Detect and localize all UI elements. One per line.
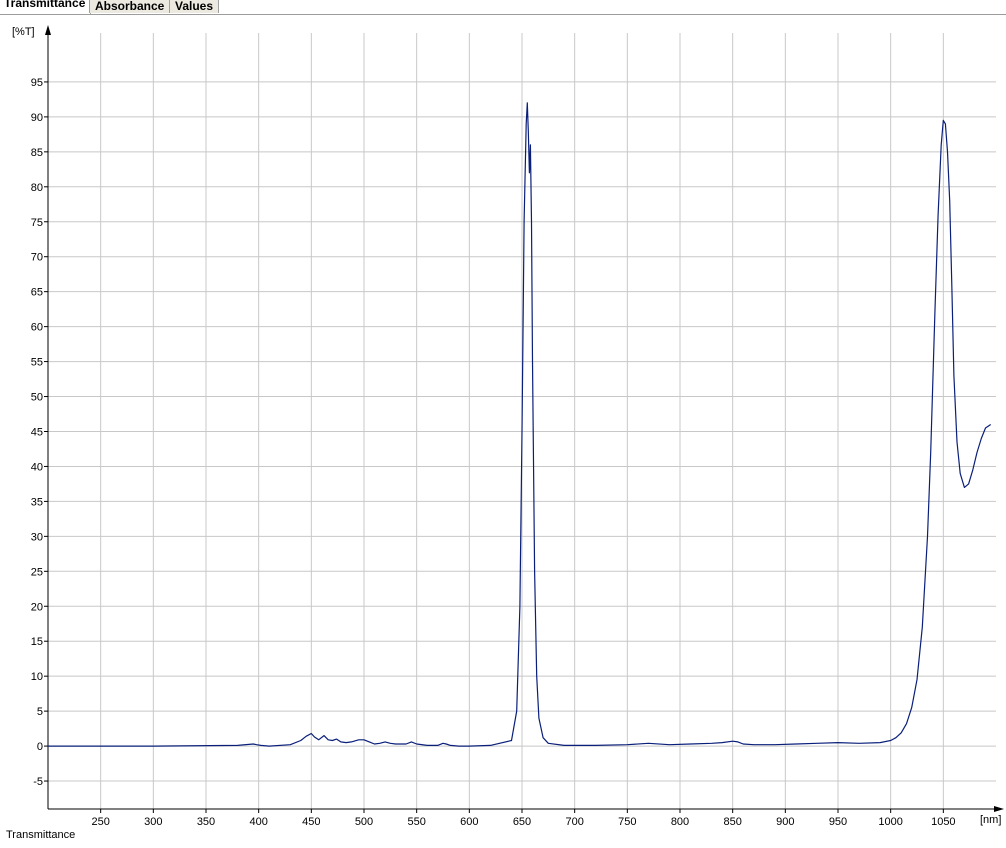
x-tick-label: 350 — [197, 816, 215, 828]
plot-area — [48, 102, 992, 747]
x-tick-label: 800 — [671, 816, 689, 828]
y-tick-label: 60 — [31, 322, 43, 334]
x-tick-label: 500 — [355, 816, 373, 828]
y-tick-label: -5 — [33, 776, 43, 788]
x-tick-label: 250 — [91, 816, 109, 828]
y-tick-label: 50 — [31, 392, 43, 404]
y-tick-label: 85 — [31, 147, 43, 159]
x-tick-label: 750 — [618, 816, 636, 828]
x-tick-label: 550 — [407, 816, 425, 828]
x-tick-label: 700 — [565, 816, 583, 828]
y-tick-label: 80 — [31, 182, 43, 194]
y-tick-label: 95 — [31, 77, 43, 89]
x-tick-label: 450 — [302, 816, 320, 828]
x-axis-label: [nm] — [980, 814, 1001, 826]
x-axis-arrow — [994, 806, 1004, 812]
status-label: Transmittance — [6, 829, 76, 841]
y-tick-label: 40 — [31, 461, 43, 473]
y-tick-label: 30 — [31, 531, 43, 543]
y-tick-label: 0 — [37, 741, 43, 753]
y-tick-label: 45 — [31, 426, 43, 438]
y-tick-label: 70 — [31, 252, 43, 264]
y-tick-label: 55 — [31, 357, 43, 369]
tab-transmittance[interactable]: Transmittance — [0, 0, 92, 14]
x-tick-label: 1050 — [931, 816, 955, 828]
tab-bar: Transmittance Absorbance Values — [0, 0, 1006, 15]
y-tick-label: 20 — [31, 601, 43, 613]
y-tick-label: 65 — [31, 287, 43, 299]
y-axis-arrow — [45, 25, 51, 35]
y-tick-label: 15 — [31, 636, 43, 648]
x-tick-label: 400 — [249, 816, 267, 828]
x-tick-label: 950 — [829, 816, 847, 828]
x-tick-label: 850 — [723, 816, 741, 828]
x-tick-label: 650 — [513, 816, 531, 828]
y-tick-label: 5 — [37, 706, 43, 718]
axes — [45, 25, 1004, 812]
x-tick-label: 1000 — [878, 816, 902, 828]
y-tick-label: 25 — [31, 566, 43, 578]
spectrum-chart[interactable]: -5 0 5 10 15 20 25 30 35 40 45 50 55 60 65 70 75 80 85 90 95… — [0, 15, 1006, 828]
y-tick-label: 90 — [31, 112, 43, 124]
y-axis-label: [%T] — [12, 26, 35, 38]
y-tick-label: 75 — [31, 217, 43, 229]
x-tick-label: 300 — [144, 816, 162, 828]
y-tick-label: 35 — [31, 496, 43, 508]
x-tick-label: 600 — [460, 816, 478, 828]
tab-absorbance[interactable]: Absorbance — [89, 0, 171, 13]
y-tick-label: 10 — [31, 671, 43, 683]
series-line — [48, 102, 992, 747]
x-axis-ticks: 250 300 350 400 450 500 550 600 650 700 750 800 850 9… — [91, 809, 956, 828]
y-axis-ticks: -5 0 5 10 15 20 25 30 35 40 45 50 55 60 65 70 75 80 85 90 95 — [31, 77, 48, 788]
x-tick-label: 900 — [776, 816, 794, 828]
tab-values[interactable]: Values — [169, 0, 220, 13]
